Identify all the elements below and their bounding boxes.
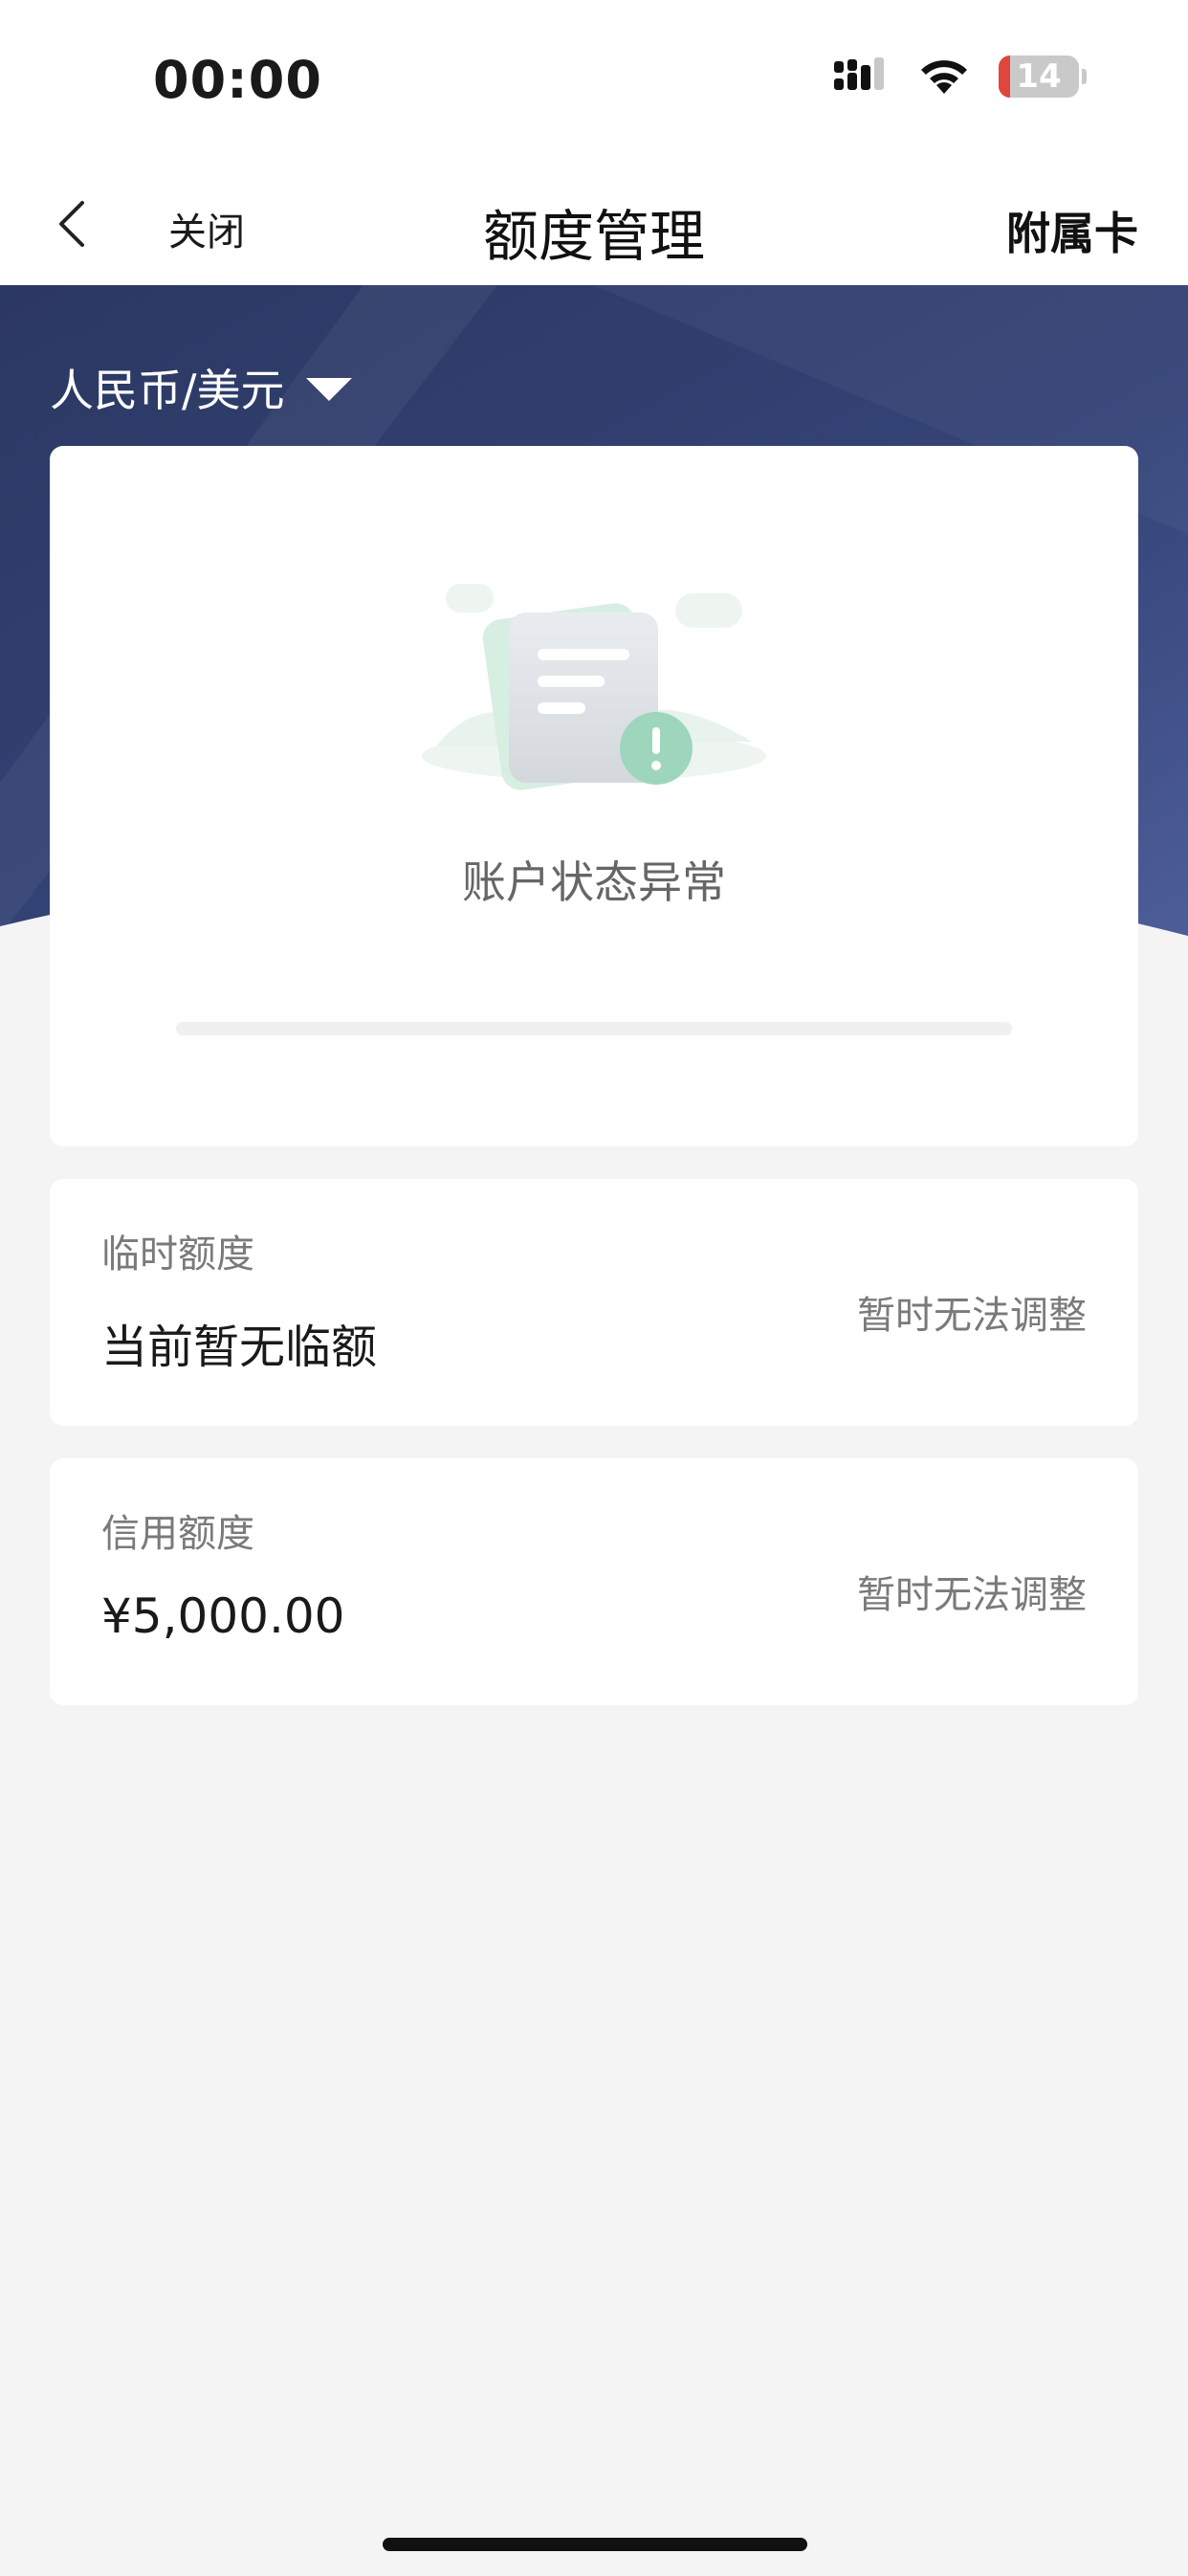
status-icons: 14	[832, 56, 1087, 98]
temporary-limit-action: 暂时无法调整	[857, 1294, 1087, 1338]
placeholder-bar	[176, 1022, 1012, 1035]
currency-selector[interactable]: 人民币/美元	[50, 356, 352, 419]
caret-down-icon	[305, 378, 352, 401]
battery-icon: 14	[999, 56, 1087, 98]
temporary-limit-card: 临时额度 当前暂无临额 暂时无法调整	[50, 1179, 1138, 1426]
supplementary-card-button[interactable]: 附属卡	[1006, 199, 1138, 262]
account-status-card: 账户状态异常	[50, 446, 1138, 1146]
home-indicator[interactable]	[383, 2538, 807, 2551]
status-time: 00:00	[153, 50, 322, 110]
wifi-icon	[921, 60, 967, 94]
temporary-limit-label: 临时额度	[101, 1232, 254, 1277]
temporary-limit-value: 当前暂无临额	[101, 1321, 378, 1374]
document-warning-icon	[422, 584, 766, 790]
battery-percentage: 14	[1016, 57, 1062, 96]
currency-label: 人民币/美元	[50, 365, 285, 416]
credit-limit-label: 信用额度	[101, 1512, 254, 1556]
account-status-message: 账户状态异常	[462, 856, 726, 908]
status-bar: 00:00 14	[0, 0, 1188, 163]
credit-limit-value: ¥5,000.00	[101, 1588, 345, 1644]
navigation-bar: 关闭 额度管理 附属卡	[0, 163, 1188, 285]
credit-limit-action: 暂时无法调整	[857, 1573, 1087, 1617]
credit-limit-card: 信用额度 ¥5,000.00 暂时无法调整	[50, 1458, 1138, 1705]
cellular-signal-icon	[834, 57, 884, 90]
